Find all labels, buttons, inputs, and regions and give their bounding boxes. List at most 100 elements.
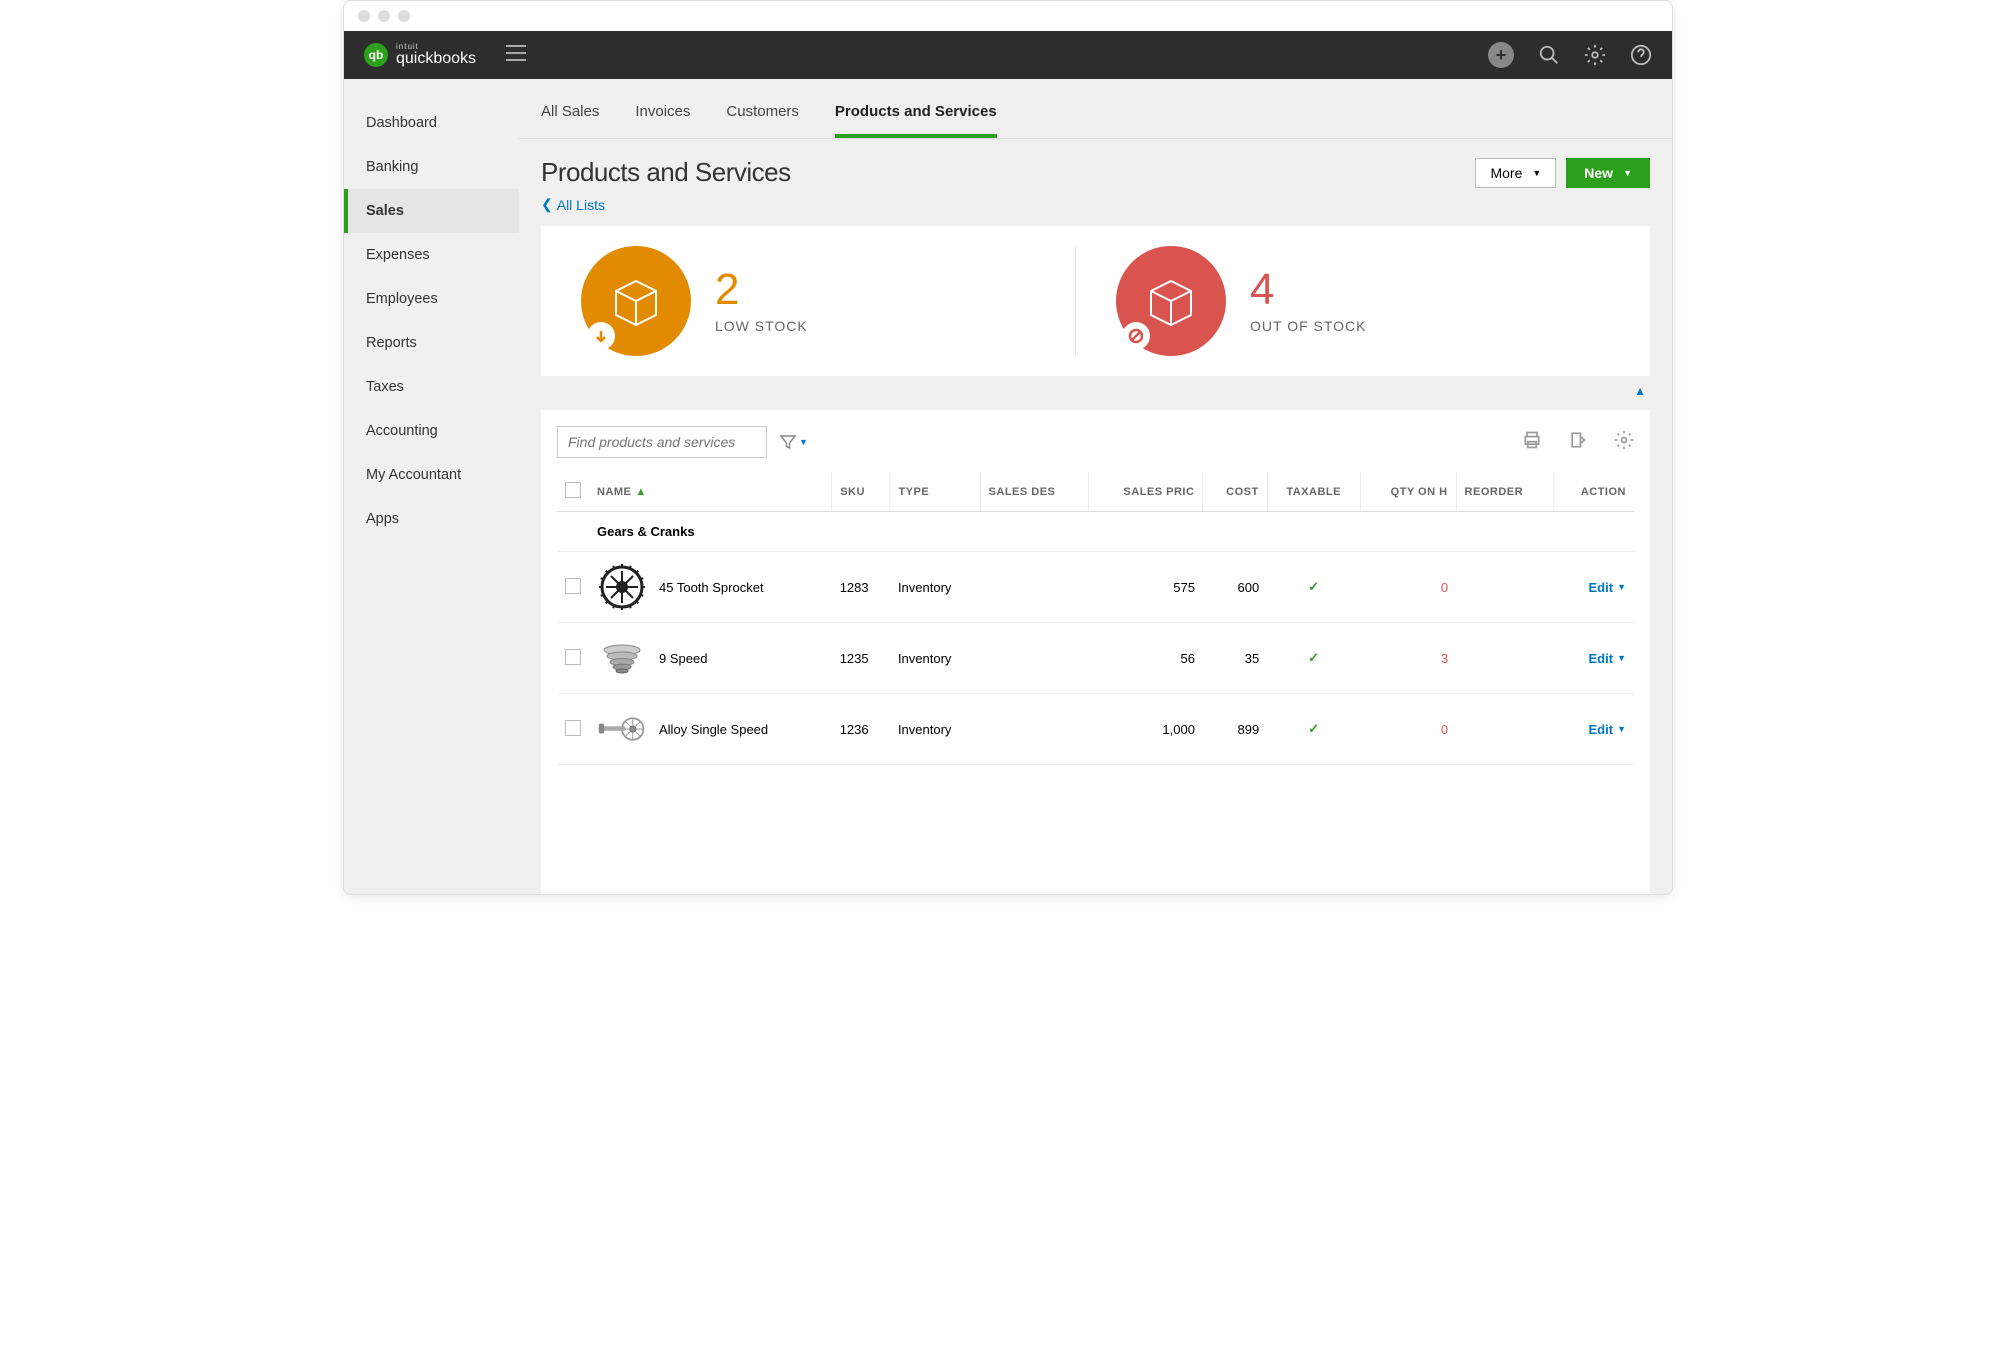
sidebar-item-banking[interactable]: Banking — [344, 145, 519, 189]
low-stock-icon — [581, 246, 691, 356]
product-qty: 0 — [1360, 694, 1456, 765]
filter-icon[interactable]: ▼ — [779, 433, 808, 451]
products-table: NAME▲ SKU TYPE SALES DES SALES PRIC COST… — [557, 472, 1634, 765]
brand-product-text: quickbooks — [396, 51, 476, 67]
product-taxable: ✓ — [1267, 694, 1360, 765]
product-qty: 0 — [1360, 552, 1456, 623]
sidebar-item-expenses[interactable]: Expenses — [344, 233, 519, 277]
product-taxable: ✓ — [1267, 552, 1360, 623]
print-icon[interactable] — [1522, 430, 1542, 455]
products-table-card: ▼ — [541, 410, 1650, 894]
row-checkbox[interactable] — [565, 649, 581, 665]
check-icon: ✓ — [1308, 650, 1319, 665]
row-checkbox[interactable] — [565, 578, 581, 594]
product-sales-price: 575 — [1089, 552, 1203, 623]
chevron-left-icon: ❮ — [541, 196, 553, 213]
help-icon[interactable] — [1630, 44, 1652, 66]
product-reorder — [1456, 623, 1554, 694]
category-row: Gears & Cranks — [557, 512, 1634, 552]
sidebar-item-taxes[interactable]: Taxes — [344, 365, 519, 409]
table-row: 45 Tooth Sprocket1283Inventory575600✓0Ed… — [557, 552, 1634, 623]
product-image — [597, 562, 647, 612]
edit-button[interactable]: Edit ▼ — [1589, 651, 1626, 666]
col-cost[interactable]: COST — [1203, 472, 1267, 512]
col-qty[interactable]: QTY ON H — [1360, 472, 1456, 512]
sidebar-item-accounting[interactable]: Accounting — [344, 409, 519, 453]
new-button[interactable]: New ▼ — [1566, 158, 1650, 188]
tab-invoices[interactable]: Invoices — [635, 79, 690, 138]
product-sales-desc — [980, 694, 1089, 765]
product-reorder — [1456, 552, 1554, 623]
sidebar-item-my-accountant[interactable]: My Accountant — [344, 453, 519, 497]
window-zoom-dot[interactable] — [398, 10, 410, 22]
edit-button[interactable]: Edit ▼ — [1589, 722, 1626, 737]
col-type[interactable]: TYPE — [890, 472, 980, 512]
chevron-down-icon: ▼ — [1617, 653, 1626, 663]
back-link-label: All Lists — [557, 197, 605, 213]
out-of-stock-label: OUT OF STOCK — [1250, 318, 1367, 334]
col-sales-desc[interactable]: SALES DES — [980, 472, 1089, 512]
col-reorder[interactable]: REORDER — [1456, 472, 1554, 512]
product-type: Inventory — [890, 552, 980, 623]
select-all-checkbox[interactable] — [565, 482, 581, 498]
product-qty: 3 — [1360, 623, 1456, 694]
product-sales-price: 1,000 — [1089, 694, 1203, 765]
sidebar-item-dashboard[interactable]: Dashboard — [344, 101, 519, 145]
product-taxable: ✓ — [1267, 623, 1360, 694]
window-minimize-dot[interactable] — [378, 10, 390, 22]
out-of-stock-count: 4 — [1250, 268, 1367, 312]
chevron-down-icon: ▼ — [1532, 168, 1541, 178]
collapse-stats-icon[interactable]: ▲ — [1634, 384, 1646, 398]
chevron-down-icon: ▼ — [1617, 724, 1626, 734]
col-name[interactable]: NAME▲ — [589, 472, 832, 512]
more-button[interactable]: More ▼ — [1475, 158, 1556, 188]
table-row: Alloy Single Speed 1236Inventory 1,000899 ✓… — [557, 694, 1634, 765]
product-sku: 1235 — [832, 623, 890, 694]
search-input[interactable] — [557, 426, 767, 458]
sidebar-nav: DashboardBankingSalesExpensesEmployeesRe… — [344, 79, 519, 894]
product-sku: 1236 — [832, 694, 890, 765]
row-checkbox[interactable] — [565, 720, 581, 736]
more-button-label: More — [1490, 165, 1522, 181]
product-type: Inventory — [890, 694, 980, 765]
product-sku: 1283 — [832, 552, 890, 623]
sidebar-item-apps[interactable]: Apps — [344, 497, 519, 541]
search-icon[interactable] — [1538, 44, 1560, 66]
out-of-stock-stat[interactable]: 4 OUT OF STOCK — [1075, 246, 1610, 356]
product-name: Alloy Single Speed — [659, 722, 768, 737]
col-action[interactable]: ACTION — [1554, 472, 1634, 512]
table-row: 9 Speed 1235Inventory 5635 ✓ 3 Edit ▼ — [557, 623, 1634, 694]
gear-icon[interactable] — [1584, 44, 1606, 66]
col-taxable[interactable]: TAXABLE — [1267, 472, 1360, 512]
export-icon[interactable] — [1568, 430, 1588, 455]
sidebar-item-employees[interactable]: Employees — [344, 277, 519, 321]
product-type: Inventory — [890, 623, 980, 694]
product-name: 9 Speed — [659, 651, 707, 666]
sort-asc-icon: ▲ — [635, 486, 646, 498]
sidebar-item-reports[interactable]: Reports — [344, 321, 519, 365]
out-of-stock-icon — [1116, 246, 1226, 356]
all-lists-back-link[interactable]: ❮ All Lists — [541, 196, 605, 213]
hamburger-menu-icon[interactable] — [506, 45, 526, 66]
product-sales-price: 56 — [1089, 623, 1203, 694]
col-sku[interactable]: SKU — [832, 472, 890, 512]
product-cost: 899 — [1203, 694, 1267, 765]
product-sales-desc — [980, 623, 1089, 694]
table-settings-gear-icon[interactable] — [1614, 430, 1634, 455]
chevron-down-icon: ▼ — [1617, 582, 1626, 592]
add-new-icon[interactable]: + — [1488, 42, 1514, 68]
sidebar-item-sales[interactable]: Sales — [344, 189, 519, 233]
new-button-label: New — [1584, 165, 1613, 181]
brand-badge-icon: qb — [364, 43, 388, 67]
col-sales-price[interactable]: SALES PRIC — [1089, 472, 1203, 512]
product-image — [597, 704, 647, 754]
tab-all-sales[interactable]: All Sales — [541, 79, 599, 138]
product-reorder — [1456, 694, 1554, 765]
edit-button[interactable]: Edit ▼ — [1589, 580, 1626, 595]
window-close-dot[interactable] — [358, 10, 370, 22]
check-icon: ✓ — [1308, 721, 1319, 736]
tab-products-and-services[interactable]: Products and Services — [835, 79, 997, 138]
product-cost: 35 — [1203, 623, 1267, 694]
low-stock-stat[interactable]: 2 LOW STOCK — [581, 246, 1075, 356]
tab-customers[interactable]: Customers — [726, 79, 799, 138]
